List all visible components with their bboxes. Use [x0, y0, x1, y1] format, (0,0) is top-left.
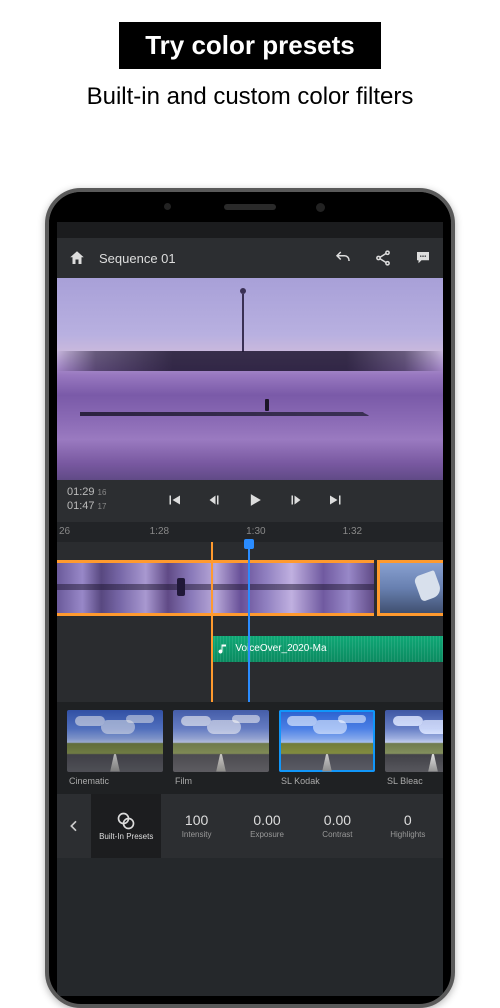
adjust-exposure[interactable]: 0.00 Exposure	[232, 794, 302, 858]
preset-sl-bleach[interactable]: SL Bleac	[385, 710, 443, 790]
ruler-tick: 1:32	[343, 526, 362, 537]
play-icon[interactable]	[245, 490, 265, 510]
next-clip-icon[interactable]	[327, 491, 345, 509]
adjust-bar: Built-In Presets 100 Intensity 0.00 Expo…	[57, 794, 443, 858]
music-note-icon	[217, 643, 229, 655]
presets-icon	[116, 811, 136, 831]
phone-frame: Sequence 01 01:2916 01:471	[45, 188, 455, 1008]
app-top-bar: Sequence 01	[57, 238, 443, 278]
prev-clip-icon[interactable]	[165, 491, 183, 509]
video-preview[interactable]	[57, 278, 443, 480]
ruler-tick: 26	[59, 526, 70, 537]
ruler-tick: 1:30	[246, 526, 265, 537]
ruler-tick: 1:28	[150, 526, 169, 537]
adjust-intensity[interactable]: 100 Intensity	[161, 794, 231, 858]
in-point-marker[interactable]	[211, 542, 213, 702]
comment-icon[interactable]	[413, 248, 433, 268]
share-icon[interactable]	[373, 248, 393, 268]
adjust-presets[interactable]: Built-In Presets	[91, 794, 161, 858]
frame-forward-icon[interactable]	[287, 491, 305, 509]
preset-strip[interactable]: Cinematic Film SL Kodak SL Bleac	[57, 702, 443, 794]
preset-film[interactable]: Film	[173, 710, 269, 790]
promo-header: Try color presets Built-in and custom co…	[0, 0, 500, 122]
promo-headline: Try color presets	[119, 22, 381, 69]
adjust-highlights[interactable]: 0 Highlights	[373, 794, 443, 858]
playhead[interactable]	[248, 542, 250, 702]
video-clip[interactable]	[57, 560, 374, 616]
promo-subline: Built-in and custom color filters	[20, 83, 480, 112]
status-bar	[57, 222, 443, 238]
transport-bar: 01:2916 01:4717	[57, 480, 443, 522]
frame-back-icon[interactable]	[205, 491, 223, 509]
sequence-title: Sequence 01	[99, 251, 321, 266]
preset-sl-kodak[interactable]: SL Kodak	[279, 710, 375, 790]
phone-notch	[49, 192, 451, 222]
home-icon[interactable]	[67, 248, 87, 268]
back-button[interactable]	[57, 794, 91, 858]
timeline[interactable]: VoiceOver_2020-Ma	[57, 542, 443, 702]
app-screen: Sequence 01 01:2916 01:471	[57, 222, 443, 996]
audio-clip[interactable]: VoiceOver_2020-Ma	[211, 636, 443, 662]
timecode-display: 01:2916 01:4717	[67, 486, 106, 514]
undo-icon[interactable]	[333, 248, 353, 268]
video-clip[interactable]	[377, 560, 443, 616]
preset-cinematic[interactable]: Cinematic	[67, 710, 163, 790]
adjust-contrast[interactable]: 0.00 Contrast	[302, 794, 372, 858]
